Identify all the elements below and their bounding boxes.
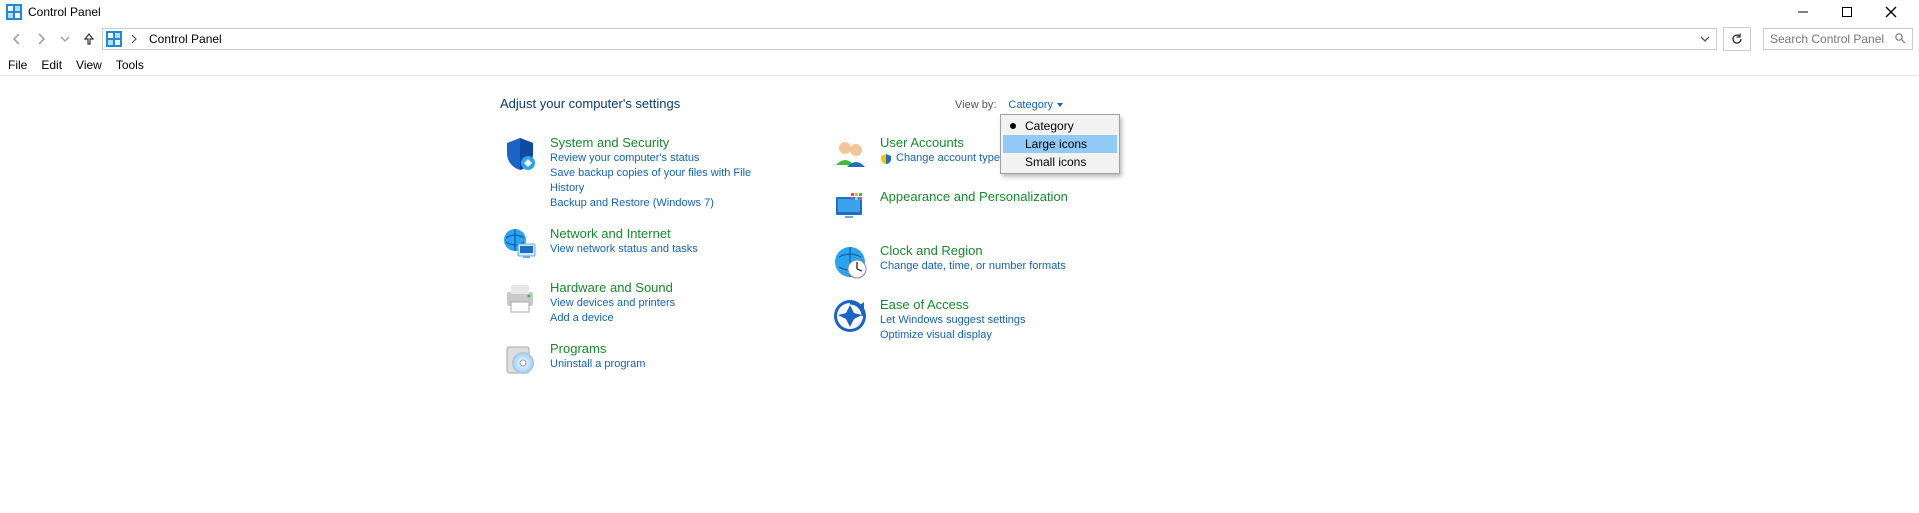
shield-icon <box>500 134 540 174</box>
category-link[interactable]: Change date, time, or number formats <box>880 259 1066 274</box>
control-panel-icon <box>105 30 123 48</box>
category-title[interactable]: Programs <box>550 340 645 357</box>
refresh-button[interactable] <box>1723 27 1751 51</box>
view-by-option-category[interactable]: Category <box>1003 117 1117 135</box>
address-bar[interactable]: Control Panel <box>102 28 1717 50</box>
category-link[interactable]: Uninstall a program <box>550 357 645 372</box>
selected-dot-icon <box>1010 123 1016 129</box>
category-link[interactable]: Let Windows suggest settings <box>880 313 1026 328</box>
monitor-palette-icon <box>830 188 870 228</box>
category-link[interactable]: Change account type <box>880 151 1000 166</box>
category-programs: Programs Uninstall a program <box>500 340 770 380</box>
chevron-right-icon[interactable] <box>127 34 141 44</box>
view-by-option-large-icons[interactable]: Large icons <box>1003 135 1117 153</box>
breadcrumb-control-panel[interactable]: Control Panel <box>145 32 226 46</box>
category-title[interactable]: Hardware and Sound <box>550 279 675 296</box>
category-link[interactable]: Backup and Restore (Windows 7) <box>550 196 770 211</box>
menu-view[interactable]: View <box>76 58 102 72</box>
control-panel-icon <box>6 4 22 20</box>
forward-button[interactable] <box>30 28 52 50</box>
category-link[interactable]: View devices and printers <box>550 296 675 311</box>
category-link[interactable]: Optimize visual display <box>880 328 1026 343</box>
category-link[interactable]: Add a device <box>550 311 675 326</box>
category-link[interactable]: Save backup copies of your files with Fi… <box>550 166 770 196</box>
minimize-button[interactable] <box>1781 0 1825 24</box>
clock-globe-icon <box>830 242 870 282</box>
users-icon <box>830 134 870 174</box>
ease-of-access-icon <box>830 296 870 336</box>
uac-shield-icon <box>880 153 892 165</box>
view-by-dropdown[interactable]: Category <box>1004 98 1067 112</box>
category-network-internet: Network and Internet View network status… <box>500 225 770 265</box>
category-clock-region: Clock and Region Change date, time, or n… <box>830 242 1100 282</box>
category-title[interactable]: Clock and Region <box>880 242 1066 259</box>
menu-edit[interactable]: Edit <box>41 58 62 72</box>
category-title[interactable]: Network and Internet <box>550 225 698 242</box>
address-history-button[interactable] <box>1696 28 1714 50</box>
globe-monitor-icon <box>500 225 540 265</box>
search-icon <box>1894 32 1906 47</box>
category-system-security: System and Security Review your computer… <box>500 134 770 211</box>
menu-bar: File Edit View Tools <box>0 54 1919 76</box>
search-input[interactable]: Search Control Panel <box>1763 28 1913 50</box>
category-appearance-personalization: Appearance and Personalization <box>830 188 1100 228</box>
category-title[interactable]: System and Security <box>550 134 770 151</box>
category-column-left: System and Security Review your computer… <box>500 134 770 380</box>
printer-icon <box>500 279 540 319</box>
view-by-option-small-icons[interactable]: Small icons <box>1003 153 1117 171</box>
disc-box-icon <box>500 340 540 380</box>
view-by: View by: Category <box>955 98 1067 112</box>
content-area: Adjust your computer's settings View by:… <box>0 76 1919 94</box>
view-by-value: Category <box>1008 99 1053 111</box>
close-button[interactable] <box>1869 0 1913 24</box>
titlebar: Control Panel <box>0 0 1919 24</box>
category-link[interactable]: View network status and tasks <box>550 242 698 257</box>
category-title[interactable]: Appearance and Personalization <box>880 188 1068 205</box>
window-title: Control Panel <box>28 5 101 19</box>
chevron-down-icon <box>1057 103 1063 107</box>
search-placeholder: Search Control Panel <box>1770 32 1884 46</box>
view-by-label: View by: <box>955 99 996 111</box>
back-button[interactable] <box>6 28 28 50</box>
category-hardware-sound: Hardware and Sound View devices and prin… <box>500 279 770 326</box>
recent-locations-button[interactable] <box>54 28 76 50</box>
nav-row: Control Panel Search Control Panel <box>0 24 1919 54</box>
category-ease-of-access: Ease of Access Let Windows suggest setti… <box>830 296 1100 343</box>
page-heading: Adjust your computer's settings <box>500 96 680 111</box>
menu-file[interactable]: File <box>8 58 27 72</box>
maximize-button[interactable] <box>1825 0 1869 24</box>
category-link[interactable]: Review your computer's status <box>550 151 770 166</box>
category-title[interactable]: Ease of Access <box>880 296 1026 313</box>
category-title[interactable]: User Accounts <box>880 134 1000 151</box>
menu-tools[interactable]: Tools <box>116 58 144 72</box>
up-button[interactable] <box>78 28 100 50</box>
view-by-menu: Category Large icons Small icons <box>1000 114 1120 174</box>
